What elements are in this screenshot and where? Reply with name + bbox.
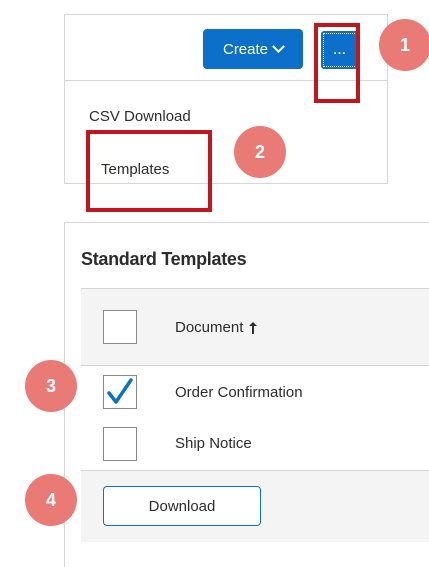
step-callout-4: 4 [25, 474, 77, 526]
row-checkbox-ship-notice[interactable] [103, 427, 137, 461]
select-all-checkbox[interactable] [103, 310, 137, 344]
panel-title: Standard Templates [81, 249, 247, 269]
table-footer: Download [81, 471, 429, 542]
page: Create ... CSV Download Templates Standa… [0, 0, 429, 567]
step-callout-2: 2 [234, 126, 286, 178]
table-row: Ship Notice [81, 418, 429, 471]
sort-ascending-icon [249, 321, 258, 334]
highlight-box-templates [86, 130, 212, 212]
create-button-label: Create [222, 40, 269, 58]
standard-templates-panel: Standard Templates Document Order Confir… [64, 222, 429, 567]
table-header-row: Document [81, 289, 429, 366]
highlight-box-more-actions [314, 23, 360, 103]
row-checkbox-order-confirmation[interactable] [103, 375, 137, 409]
create-button[interactable]: Create [203, 29, 303, 69]
checkmark-icon [107, 378, 133, 404]
row-label: Ship Notice [175, 435, 252, 452]
chevron-down-icon [272, 39, 285, 53]
row-label: Order Confirmation [175, 384, 303, 401]
menu-item-csv-download[interactable]: CSV Download [89, 108, 191, 125]
download-button[interactable]: Download [103, 486, 261, 526]
table-row: Order Confirmation [81, 366, 429, 418]
step-callout-3: 3 [25, 360, 77, 412]
column-header-label: Document [175, 319, 244, 336]
step-callout-1: 1 [379, 19, 429, 71]
templates-table: Document Order Confirmation Ship Notice … [81, 288, 429, 542]
column-header-document[interactable]: Document [175, 319, 258, 336]
